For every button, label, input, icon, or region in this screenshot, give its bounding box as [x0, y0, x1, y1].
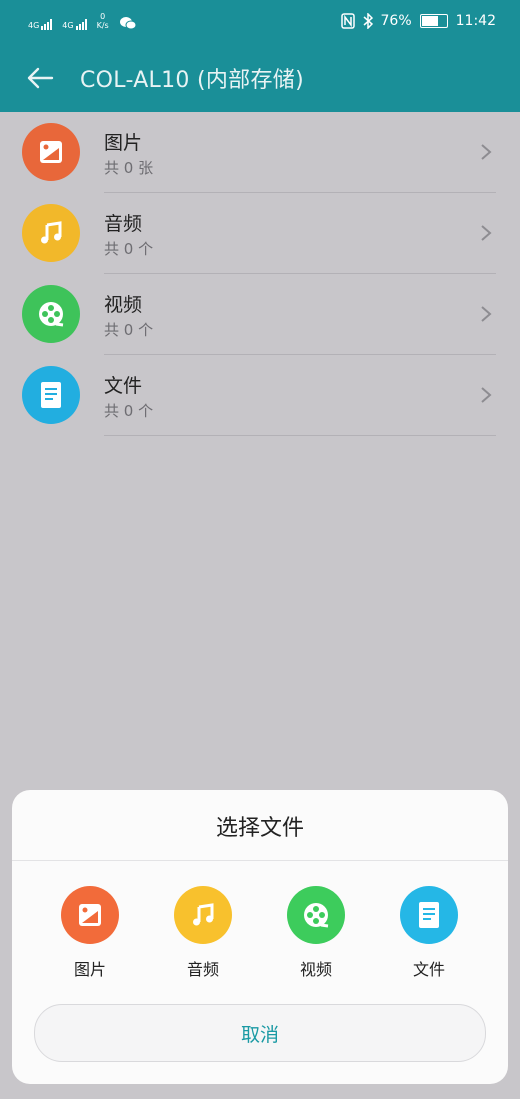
page-title: COL-AL10 (内部存储)	[80, 68, 304, 93]
signal-1-label: 4G	[28, 21, 40, 30]
signal-1: 4G	[28, 19, 53, 30]
chevron-right-icon	[481, 306, 492, 322]
list-item-documents[interactable]: 文件 共 0 个	[0, 355, 520, 436]
video-icon	[287, 886, 345, 944]
list-item-count: 共 0 个	[104, 402, 154, 420]
chevron-right-icon	[481, 144, 492, 160]
option-label: 音频	[186, 960, 219, 979]
status-right-group: 76% 11:42	[340, 13, 496, 29]
battery-fill	[421, 16, 439, 26]
list-item-video[interactable]: 视频 共 0 个	[0, 274, 520, 355]
option-images[interactable]: 图片	[52, 886, 128, 980]
bluetooth-icon	[363, 13, 373, 29]
signal-2-label: 4G	[62, 21, 74, 30]
music-icon	[22, 204, 80, 262]
list-item-title: 视频	[104, 294, 143, 316]
signal-bar-icon	[84, 19, 87, 30]
sheet-title: 选择文件	[215, 816, 304, 841]
net-speed-unit: K/s	[96, 21, 109, 30]
nfc-icon	[340, 13, 355, 29]
select-file-sheet: 选择文件 图片 音频 视频 文件 取消	[12, 790, 508, 1084]
wechat-icon	[119, 17, 137, 30]
list-item-title: 图片	[104, 132, 143, 154]
chevron-right-icon	[481, 387, 492, 403]
arrow-left-icon	[27, 67, 54, 89]
battery-icon	[419, 14, 448, 28]
image-icon	[22, 123, 80, 181]
list-item-audio[interactable]: 音频 共 0 个	[0, 193, 520, 274]
document-icon	[22, 366, 80, 424]
option-documents[interactable]: 文件	[391, 886, 467, 980]
list-item-count: 共 0 张	[104, 159, 154, 177]
list-item-count: 共 0 个	[104, 321, 154, 339]
option-label: 文件	[412, 960, 445, 979]
signal-bar-icon	[47, 22, 50, 30]
option-label: 图片	[73, 960, 106, 979]
back-button[interactable]	[20, 58, 60, 98]
signal-bar-icon	[44, 24, 47, 30]
clock: 11:42	[455, 13, 496, 29]
signal-bar-icon	[41, 26, 44, 30]
signal-bar-icon	[81, 22, 84, 30]
video-icon	[22, 285, 80, 343]
document-icon	[400, 886, 458, 944]
list-item-count: 共 0 个	[104, 240, 154, 258]
option-video[interactable]: 视频	[278, 886, 354, 980]
status-bar: 4G 4G 0 K/s 76% 11:42	[0, 0, 520, 44]
list-item-images[interactable]: 图片 共 0 张	[0, 112, 520, 193]
signal-bar-icon	[75, 26, 78, 30]
list-item-title: 文件	[104, 375, 143, 397]
cancel-button[interactable]: 取消	[34, 1004, 486, 1062]
category-list: 图片 共 0 张 音频 共 0 个 视频 共 0 个 文件 共 0 个	[0, 112, 520, 436]
signal-bar-icon	[78, 24, 81, 30]
net-speed: 0 K/s	[97, 12, 109, 30]
signal-2: 4G	[62, 19, 87, 30]
list-item-title: 音频	[104, 213, 143, 235]
option-label: 视频	[299, 960, 332, 979]
divider	[12, 860, 508, 861]
divider	[104, 435, 496, 436]
battery-percent: 76%	[380, 13, 412, 29]
chevron-right-icon	[481, 225, 492, 241]
net-speed-value: 0	[100, 12, 106, 21]
image-icon	[61, 886, 119, 944]
option-audio[interactable]: 音频	[165, 886, 241, 980]
signal-bar-icon	[50, 19, 53, 30]
status-left-group: 4G 4G 0 K/s	[28, 12, 137, 30]
app-bar: COL-AL10 (内部存储)	[0, 44, 520, 112]
music-icon	[174, 886, 232, 944]
